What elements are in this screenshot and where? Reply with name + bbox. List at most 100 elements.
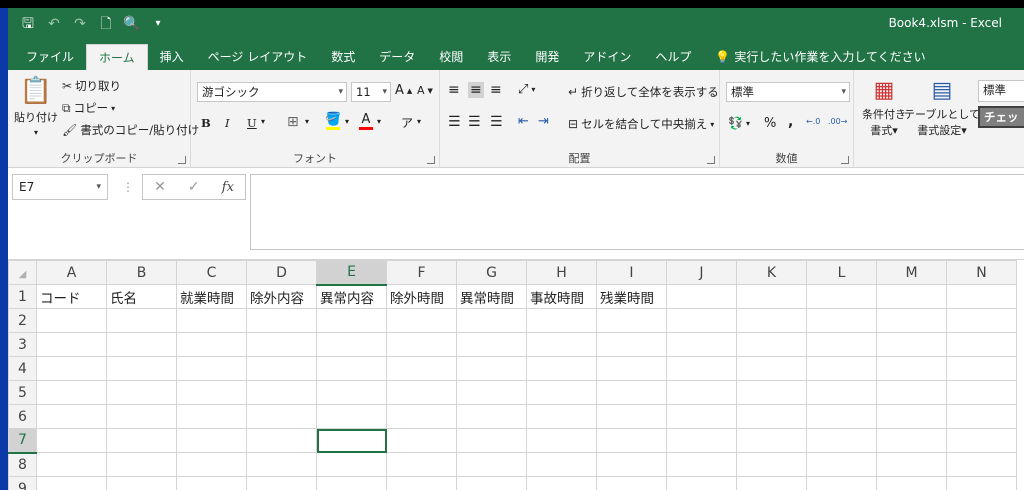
enter-icon[interactable]: ✓ [188, 179, 200, 195]
column-header-L[interactable]: L [806, 260, 877, 285]
column-header-F[interactable]: F [386, 260, 457, 285]
cell-C8[interactable] [176, 452, 247, 477]
cell-A9[interactable] [36, 476, 107, 490]
cell-B6[interactable] [106, 404, 177, 429]
cell-N3[interactable] [946, 332, 1017, 357]
cell-J7[interactable] [666, 428, 737, 453]
row-header-5[interactable]: 5 [8, 380, 37, 405]
cell-I1[interactable]: 残業時間 [596, 284, 667, 309]
align-middle-icon[interactable]: ≡ [468, 82, 484, 98]
number-launcher[interactable] [841, 156, 849, 164]
font-name-select[interactable]: 游ゴシック ▾ [197, 82, 347, 102]
cell-C7[interactable] [176, 428, 247, 453]
splitter-handle[interactable]: ⋮ [122, 180, 134, 194]
cell-E9[interactable] [316, 476, 387, 490]
cell-I4[interactable] [596, 356, 667, 381]
cell-C1[interactable]: 就業時間 [176, 284, 247, 309]
cell-N5[interactable] [946, 380, 1017, 405]
cell-G9[interactable] [456, 476, 527, 490]
redo-icon[interactable]: ↷ [70, 14, 90, 34]
cell-F4[interactable] [386, 356, 457, 381]
cell-N1[interactable] [946, 284, 1017, 309]
cell-A5[interactable] [36, 380, 107, 405]
cell-H7[interactable] [526, 428, 597, 453]
cell-H8[interactable] [526, 452, 597, 477]
cell-I9[interactable] [596, 476, 667, 490]
cell-N6[interactable] [946, 404, 1017, 429]
comma-button[interactable]: , [788, 114, 793, 130]
cell-H9[interactable] [526, 476, 597, 490]
cell-J2[interactable] [666, 308, 737, 333]
cell-G3[interactable] [456, 332, 527, 357]
cell-I8[interactable] [596, 452, 667, 477]
cell-M6[interactable] [876, 404, 947, 429]
cell-J6[interactable] [666, 404, 737, 429]
italic-button[interactable]: I [225, 116, 230, 130]
cell-K8[interactable] [736, 452, 807, 477]
increase-font-icon[interactable]: A ▲ [395, 83, 412, 98]
cell-F6[interactable] [386, 404, 457, 429]
row-header-7[interactable]: 7 [8, 428, 37, 454]
tab-help[interactable]: ヘルプ [643, 44, 703, 70]
cell-L9[interactable] [806, 476, 877, 490]
cell-C6[interactable] [176, 404, 247, 429]
cell-F2[interactable] [386, 308, 457, 333]
cell-D4[interactable] [246, 356, 317, 381]
cell-C9[interactable] [176, 476, 247, 490]
row-header-3[interactable]: 3 [8, 332, 37, 357]
tab-view[interactable]: 表示 [475, 44, 523, 70]
cell-G7[interactable] [456, 428, 527, 453]
cell-M1[interactable] [876, 284, 947, 309]
cell-B9[interactable] [106, 476, 177, 490]
cell-G5[interactable] [456, 380, 527, 405]
cell-D5[interactable] [246, 380, 317, 405]
insert-function-icon[interactable]: fx [222, 180, 234, 195]
cell-H6[interactable] [526, 404, 597, 429]
column-header-C[interactable]: C [176, 260, 247, 285]
column-header-I[interactable]: I [596, 260, 667, 285]
decrease-indent-icon[interactable]: ⇤ [518, 114, 529, 129]
column-header-J[interactable]: J [666, 260, 737, 285]
cell-C2[interactable] [176, 308, 247, 333]
cell-C4[interactable] [176, 356, 247, 381]
font-size-select[interactable]: 11 ▾ [351, 82, 391, 102]
cell-K4[interactable] [736, 356, 807, 381]
cancel-icon[interactable]: ✕ [154, 179, 166, 195]
align-center-icon[interactable]: ☰ [468, 114, 481, 130]
paste-button[interactable]: 📋 貼り付け ▾ [14, 76, 58, 137]
cell-E7[interactable] [316, 428, 387, 453]
cell-K1[interactable] [736, 284, 807, 309]
cell-A2[interactable] [36, 308, 107, 333]
cell-D2[interactable] [246, 308, 317, 333]
row-header-6[interactable]: 6 [8, 404, 37, 429]
tab-formulas[interactable]: 数式 [319, 44, 367, 70]
cell-M7[interactable] [876, 428, 947, 453]
number-format-select[interactable]: 標準 ▾ [726, 82, 850, 102]
tab-data[interactable]: データ [367, 44, 427, 70]
row-header-2[interactable]: 2 [8, 308, 37, 333]
format-painter-button[interactable]: 🖌 書式のコピー/貼り付け [62, 122, 199, 138]
cell-M8[interactable] [876, 452, 947, 477]
cell-H1[interactable]: 事故時間 [526, 284, 597, 309]
save-icon[interactable]: 🖫 [18, 14, 38, 34]
align-top-icon[interactable]: ≡ [448, 82, 460, 98]
print-preview-icon[interactable]: 🔍 [122, 14, 142, 34]
cell-E1[interactable]: 異常内容 [316, 284, 387, 309]
tab-file[interactable]: ファイル [14, 44, 86, 70]
cell-I5[interactable] [596, 380, 667, 405]
tab-review[interactable]: 校閲 [427, 44, 475, 70]
tab-insert[interactable]: 挿入 [148, 44, 196, 70]
undo-icon[interactable]: ↶ [44, 14, 64, 34]
cell-A8[interactable] [36, 452, 107, 477]
cell-H3[interactable] [526, 332, 597, 357]
cell-F9[interactable] [386, 476, 457, 490]
cell-I2[interactable] [596, 308, 667, 333]
underline-button[interactable]: U [247, 116, 257, 130]
cell-K5[interactable] [736, 380, 807, 405]
chevron-down-icon[interactable]: ▾ [261, 117, 265, 126]
cell-style-normal[interactable]: 標準 [978, 80, 1024, 102]
cell-B2[interactable] [106, 308, 177, 333]
cell-B4[interactable] [106, 356, 177, 381]
decrease-font-icon[interactable]: A ▼ [417, 84, 433, 97]
cell-N9[interactable] [946, 476, 1017, 490]
